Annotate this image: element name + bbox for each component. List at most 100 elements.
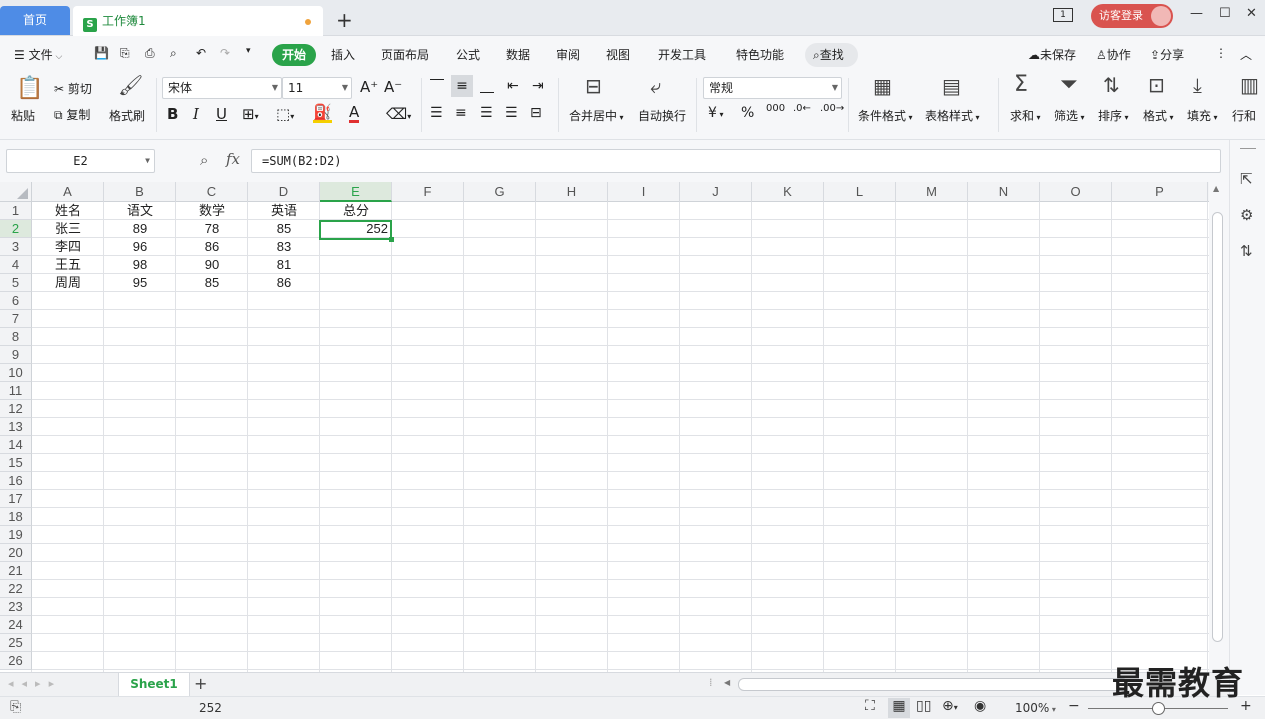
export-icon[interactable]: ⎘ [120, 46, 130, 61]
underline-button[interactable]: U [216, 105, 227, 123]
row-header-15[interactable]: 15 [0, 454, 32, 472]
row-header-23[interactable]: 23 [0, 598, 32, 616]
cell-c4[interactable]: 90 [176, 256, 248, 274]
sum-button[interactable]: 求和 ▾ [1010, 107, 1041, 124]
select-all-corner[interactable] [0, 182, 32, 202]
bold-button[interactable]: B [167, 105, 178, 123]
page-break-icon[interactable]: ⊕▾ [942, 698, 958, 714]
row-header-3[interactable]: 3 [0, 238, 32, 256]
eye-protect-icon[interactable]: ◉ [974, 698, 986, 714]
collapse-ribbon-icon[interactable]: ︿ [1240, 46, 1252, 63]
tab-insert[interactable]: 插入 [331, 46, 355, 63]
font-size-select[interactable]: 11 ▼ [282, 77, 352, 99]
number-format-select[interactable]: 常规 ▼ [703, 77, 842, 99]
cell-d4[interactable]: 81 [248, 256, 320, 274]
cell-c1[interactable]: 数学 [176, 202, 248, 220]
table-style-icon[interactable]: ▤ [942, 76, 961, 96]
fill-down-icon[interactable]: ⤓ [1193, 75, 1202, 95]
align-center-icon[interactable]: ≡ [455, 105, 467, 121]
fill-handle[interactable] [389, 237, 394, 242]
row-header-14[interactable]: 14 [0, 436, 32, 454]
column-header-p[interactable]: P [1112, 182, 1208, 202]
sort-icon[interactable]: ⇅ [1103, 75, 1120, 95]
file-menu[interactable]: ☰ 文件 ⌵ [14, 46, 62, 63]
row-header-9[interactable]: 9 [0, 346, 32, 364]
paste-icon[interactable]: 📋 [16, 78, 43, 100]
tab-page-layout[interactable]: 页面布局 [381, 46, 429, 63]
page-layout-icon[interactable]: ▯▯ [916, 698, 931, 714]
increase-decimal-icon[interactable]: .0← [793, 103, 811, 114]
column-header-a[interactable]: A [32, 182, 104, 202]
cell-e1[interactable]: 总分 [320, 202, 392, 220]
align-right-icon[interactable]: ☰ [480, 105, 493, 121]
zoom-out-button[interactable]: − [1068, 698, 1080, 714]
align-top-icon[interactable]: ⎺ [430, 78, 444, 94]
column-header-g[interactable]: G [464, 182, 536, 202]
tab-special[interactable]: 特色功能 [736, 46, 784, 63]
justify-icon[interactable]: ☰ [505, 105, 518, 121]
horizontal-scroll-thumb[interactable] [738, 678, 1128, 691]
decrease-decimal-icon[interactable]: .00→ [820, 103, 844, 114]
column-header-m[interactable]: M [896, 182, 968, 202]
align-left-icon[interactable]: ☰ [430, 105, 443, 121]
row-header-8[interactable]: 8 [0, 328, 32, 346]
row-header-24[interactable]: 24 [0, 616, 32, 634]
row-header-18[interactable]: 18 [0, 508, 32, 526]
row-header-25[interactable]: 25 [0, 634, 32, 652]
zoom-level[interactable]: 100% ▾ [1015, 701, 1056, 715]
sort-button[interactable]: 排序 ▾ [1098, 107, 1129, 124]
eraser-icon[interactable]: ⌫▾ [386, 105, 411, 123]
row-header-17[interactable]: 17 [0, 490, 32, 508]
row-header-5[interactable]: 5 [0, 274, 32, 292]
cell-c3[interactable]: 86 [176, 238, 248, 256]
undo-icon[interactable]: ↶ [196, 46, 206, 60]
row-header-21[interactable]: 21 [0, 562, 32, 580]
redo-icon[interactable]: ↷ [220, 46, 230, 60]
vertical-scrollbar[interactable]: ▲ [1209, 182, 1229, 672]
cursor-icon[interactable]: ⇱ [1240, 170, 1253, 188]
cell-d5[interactable]: 86 [248, 274, 320, 292]
scroll-left-icon[interactable]: ◀ [724, 678, 730, 687]
row-header-1[interactable]: 1 [0, 202, 32, 220]
collab-button[interactable]: ♙协作 [1096, 46, 1131, 63]
row-header-22[interactable]: 22 [0, 580, 32, 598]
fill-pattern-icon[interactable]: ⬚▾ [276, 105, 294, 123]
tab-review[interactable]: 审阅 [556, 46, 580, 63]
cell-a5[interactable]: 周周 [32, 274, 104, 292]
row-col-icon[interactable]: ▥ [1240, 75, 1259, 95]
formula-input[interactable]: =SUM(B2:D2) [251, 149, 1221, 173]
column-header-l[interactable]: L [824, 182, 896, 202]
tab-workbook[interactable]: S 工作簿1 [73, 6, 323, 36]
increase-font-icon[interactable]: A⁺ [360, 78, 378, 96]
cell-b4[interactable]: 98 [104, 256, 176, 274]
add-tab-button[interactable]: + [336, 8, 353, 32]
settings-sliders-icon[interactable]: ⚙ [1240, 206, 1253, 224]
font-color-icon[interactable]: A [349, 105, 360, 123]
save-icon[interactable]: 💾 [94, 46, 109, 60]
name-box[interactable]: E2 ▼ [6, 149, 155, 173]
table-style-button[interactable]: 表格样式 ▾ [925, 107, 980, 124]
sheet-nav-icon[interactable]: ◂◂▸▸ [8, 677, 62, 690]
tab-developer[interactable]: 开发工具 [658, 46, 706, 63]
cell-a2[interactable]: 张三 [32, 220, 104, 238]
minimize-button[interactable]: — [1190, 6, 1203, 21]
more-icon[interactable]: ⋮ [1215, 46, 1227, 60]
macro-icon[interactable]: ⎘ [10, 699, 21, 715]
percent-button[interactable]: % [741, 105, 754, 121]
cell-c5[interactable]: 85 [176, 274, 248, 292]
merge-center-button[interactable]: 合并居中 ▾ [569, 107, 624, 124]
paste-button[interactable]: 粘贴 [11, 107, 35, 124]
cell-a1[interactable]: 姓名 [32, 202, 104, 220]
split-handle-icon[interactable]: ⁞ [709, 676, 713, 689]
column-header-n[interactable]: N [968, 182, 1040, 202]
row-header-26[interactable]: 26 [0, 652, 32, 670]
row-header-11[interactable]: 11 [0, 382, 32, 400]
format-button[interactable]: 格式 ▾ [1143, 107, 1174, 124]
decrease-font-icon[interactable]: A⁻ [384, 78, 402, 96]
tab-formulas[interactable]: 公式 [456, 46, 480, 63]
distribute-icon[interactable]: ⊟ [530, 105, 542, 121]
fill-color-icon[interactable]: ⛽ [313, 105, 332, 123]
column-header-f[interactable]: F [392, 182, 464, 202]
tab-view[interactable]: 视图 [606, 46, 630, 63]
cell-b1[interactable]: 语文 [104, 202, 176, 220]
